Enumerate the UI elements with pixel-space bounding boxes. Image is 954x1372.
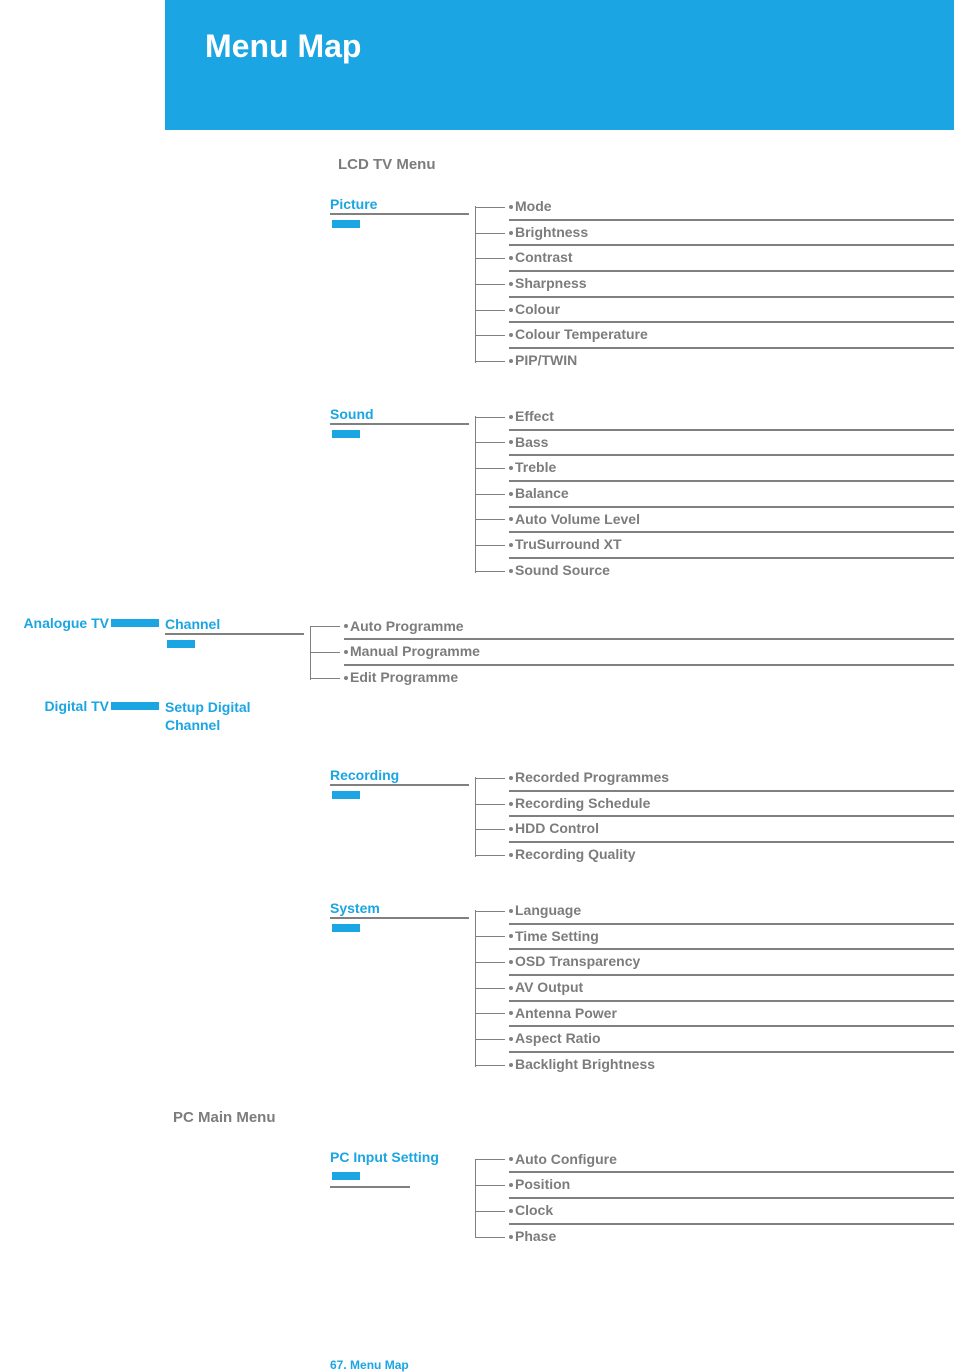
menu-item: Time Setting <box>509 925 954 951</box>
digital-tv-label: Digital TV <box>44 698 109 714</box>
category-connector-bar <box>332 430 360 438</box>
picture-items: Mode Brightness Contrast Sharpness Colou… <box>475 195 954 373</box>
category-connector-bar <box>167 640 195 648</box>
picture-category: Picture <box>330 195 469 215</box>
sound-row: Sound Effect Bass Treble Balance Auto Vo… <box>165 405 954 583</box>
main-content: LCD TV Menu Picture Mode Brightness Cont… <box>165 130 954 1372</box>
setup-digital-channel-category: Setup Digital Channel <box>165 698 304 734</box>
recording-category: Recording <box>330 766 469 786</box>
footer-section: Menu Map <box>350 1358 409 1372</box>
menu-item: Clock <box>509 1199 954 1225</box>
menu-item: Language <box>509 899 954 925</box>
pc-input-items: Auto Configure Position Clock Phase <box>475 1148 954 1249</box>
menu-item: Colour <box>509 298 954 324</box>
channel-items: Auto Programme Manual Programme Edit Pro… <box>310 615 954 690</box>
page-number: 67. <box>330 1358 347 1372</box>
picture-row: Picture Mode Brightness Contrast Sharpne… <box>165 195 954 373</box>
menu-item: Recording Quality <box>509 843 954 867</box>
menu-item: Sound Source <box>509 559 954 583</box>
category-connector-bar <box>332 924 360 932</box>
menu-item: Manual Programme <box>344 640 954 666</box>
page-banner: Menu Map <box>165 0 954 130</box>
sound-category: Sound <box>330 405 469 425</box>
category-connector-bar <box>332 220 360 228</box>
menu-item: Contrast <box>509 246 954 272</box>
channel-category: Channel <box>165 615 304 635</box>
menu-item: Auto Volume Level <box>509 508 954 534</box>
menu-map-diagram: Picture Mode Brightness Contrast Sharpne… <box>165 195 954 1248</box>
menu-item: Auto Programme <box>344 615 954 641</box>
menu-item: Auto Configure <box>509 1148 954 1174</box>
menu-item: Position <box>509 1173 954 1199</box>
category-connector-bar <box>332 791 360 799</box>
menu-item: Effect <box>509 405 954 431</box>
category-connector-bar <box>332 1172 360 1180</box>
sound-items: Effect Bass Treble Balance Auto Volume L… <box>475 405 954 583</box>
menu-item: Recording Schedule <box>509 792 954 818</box>
lcd-tv-menu-heading: LCD TV Menu <box>338 156 954 173</box>
menu-item: Phase <box>509 1225 954 1249</box>
system-items: Language Time Setting OSD Transparency A… <box>475 899 954 1077</box>
analogue-tv-label: Analogue TV <box>23 615 109 631</box>
channel-row: Analogue TV Channel Auto Programme Manua… <box>0 615 954 690</box>
pc-main-menu-heading: PC Main Menu <box>173 1109 954 1126</box>
system-row: System Language Time Setting OSD Transpa… <box>165 899 954 1077</box>
menu-item: Recorded Programmes <box>509 766 954 792</box>
page-title: Menu Map <box>205 28 954 65</box>
menu-item: Backlight Brightness <box>509 1053 954 1077</box>
tree-bracket <box>475 1159 476 1239</box>
menu-item: Treble <box>509 456 954 482</box>
menu-item: PIP/TWIN <box>509 349 954 373</box>
setup-digital-channel-row: Digital TV Setup Digital Channel <box>0 698 954 734</box>
menu-item: Bass <box>509 431 954 457</box>
tv-connector-bar <box>111 619 159 627</box>
menu-item: Edit Programme <box>344 666 954 690</box>
menu-item: Antenna Power <box>509 1002 954 1028</box>
menu-item: OSD Transparency <box>509 950 954 976</box>
tree-bracket <box>475 777 476 857</box>
menu-item: HDD Control <box>509 817 954 843</box>
page-footer: 67. Menu Map <box>330 1358 954 1372</box>
tv-connector-bar <box>111 702 159 710</box>
menu-item: Aspect Ratio <box>509 1027 954 1053</box>
pc-input-setting-category: PC Input Setting <box>330 1148 469 1166</box>
system-category: System <box>330 899 469 919</box>
menu-item: Sharpness <box>509 272 954 298</box>
menu-item: TruSurround XT <box>509 533 954 559</box>
pc-input-setting-row: PC Input Setting Auto Configure Position… <box>165 1148 954 1249</box>
menu-item: Colour Temperature <box>509 323 954 349</box>
menu-item: Brightness <box>509 221 954 247</box>
recording-row: Recording Recorded Programmes Recording … <box>165 766 954 867</box>
menu-item: AV Output <box>509 976 954 1002</box>
menu-item: Balance <box>509 482 954 508</box>
recording-items: Recorded Programmes Recording Schedule H… <box>475 766 954 867</box>
menu-item: Mode <box>509 195 954 221</box>
